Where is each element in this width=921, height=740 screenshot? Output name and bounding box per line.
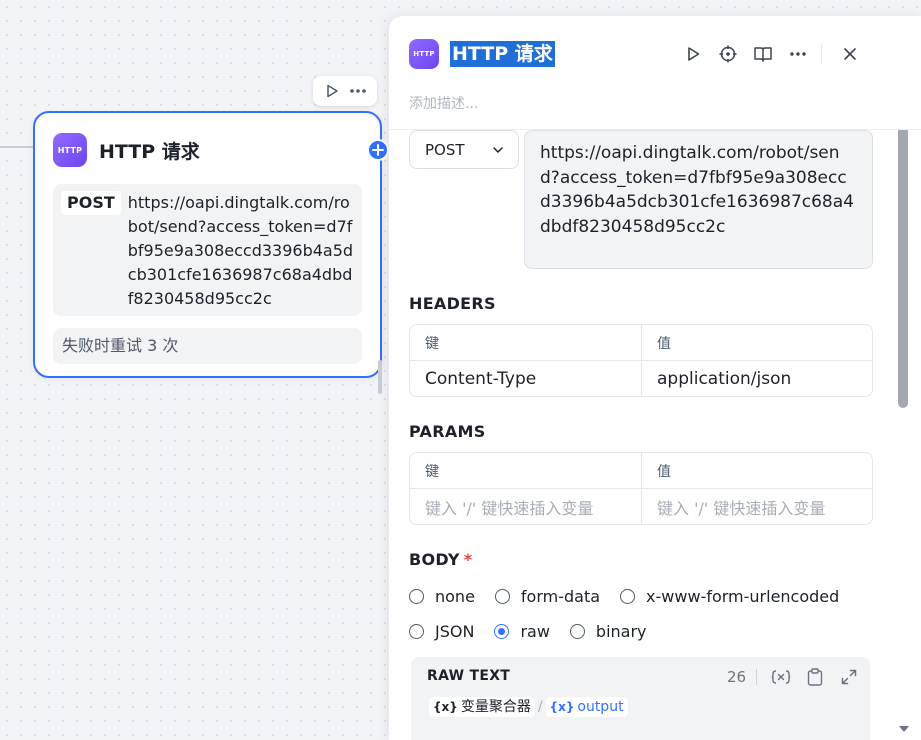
panel-actions [681,42,873,66]
variable-icon: {x} [433,700,458,714]
radio-label: none [435,587,475,606]
tools-divider [756,669,758,685]
play-icon [688,47,700,61]
table-row: Content-Type application/json [410,361,872,396]
radio-indicator [409,589,424,604]
body-type-urlencoded[interactable]: x-www-form-urlencoded [620,587,839,606]
run-node-button[interactable] [322,81,342,101]
more-icon [790,52,806,56]
variable-node-chip: {x} 变量聚合器 [429,697,535,717]
radio-indicator [620,589,636,604]
params-col-key: 键 [425,463,439,480]
param-key-input[interactable]: 键入 '/' 键快速插入变量 [410,489,641,524]
crosshair-icon [719,45,737,63]
raw-text-tools: 26 [727,667,873,687]
body-type-row-1: none form-data x-www-form-urlencoded [409,587,859,606]
header-key-input[interactable]: Content-Type [410,361,641,396]
more-icon [350,89,366,93]
headers-table: 键 值 Content-Type application/json [409,324,873,397]
variable-reference[interactable]: {x} 变量聚合器 / {x} output [429,697,628,717]
params-table-head: 键 值 [410,453,872,489]
header-value-input[interactable]: application/json [641,361,872,396]
expand-icon [841,669,857,685]
method-select[interactable]: POST [409,130,519,169]
play-icon [327,84,338,98]
raw-text-editor[interactable]: RAW TEXT 26 {x} 变量聚合器 / {x} output [411,657,870,740]
variable-icon [771,670,791,684]
required-mark: * [463,550,473,569]
book-icon [754,47,772,62]
headers-label: HEADERS [409,294,496,313]
panel-more-button[interactable] [786,42,810,66]
param-value-input[interactable]: 键入 '/' 键快速插入变量 [641,489,872,524]
close-panel-button[interactable] [838,42,862,66]
http-request-node[interactable]: HTTP HTTP 请求 POST https://oapi.dingtalk.… [33,111,382,378]
node-toolbar [313,76,377,106]
method-select-value: POST [425,140,465,159]
headers-table-head: 键 值 [410,325,872,361]
radio-label: x-www-form-urlencoded [646,587,840,606]
description-input[interactable]: 添加描述... [409,93,478,113]
headers-col-key: 键 [425,335,439,352]
clipboard-icon [807,668,823,686]
node-retry-info: 失败时重试 3 次 [53,328,362,364]
http-icon: HTTP [409,39,439,69]
headers-col-value: 值 [641,325,872,360]
params-col-value: 值 [641,453,872,488]
chevron-down-icon [493,146,503,153]
raw-text-title: RAW TEXT [427,668,511,684]
node-config-panel: HTTP HTTP 请求 添加描述... POST https://oapi.d… [389,16,921,740]
node-method-tag: POST [61,191,121,215]
body-type-binary[interactable]: binary [569,622,647,641]
expand-button[interactable] [839,667,859,687]
run-step-button[interactable] [681,42,705,66]
radio-indicator [409,624,424,639]
panel-resize-handle[interactable] [378,360,382,394]
add-next-node-button[interactable] [367,139,389,161]
body-type-form-data[interactable]: form-data [494,587,601,606]
incoming-edge [0,146,34,148]
variable-output-name: output [577,699,624,715]
node-title: HTTP 请求 [99,140,200,163]
radio-label: raw [520,622,550,641]
http-icon: HTTP [53,133,87,167]
radio-indicator [494,589,510,604]
docs-button[interactable] [751,42,775,66]
url-input[interactable]: https://oapi.dingtalk.com/robot/send?acc… [524,130,873,269]
actions-divider [821,44,822,64]
body-type-raw[interactable]: raw [494,622,550,641]
radio-label: form-data [520,587,601,606]
node-request-summary: POST https://oapi.dingtalk.com/robot/sen… [53,184,362,316]
node-header: HTTP HTTP 请求 [53,133,200,167]
variable-node-name: 变量聚合器 [460,699,531,715]
params-label: PARAMS [409,422,486,441]
radio-label: binary [595,622,647,641]
variable-icon: {x} [549,700,575,714]
panel-header: HTTP HTTP 请求 添加描述... [389,16,921,130]
body-type-none[interactable]: none [409,587,475,606]
params-table: 键 值 键入 '/' 键快速插入变量 键入 '/' 键快速插入变量 [409,452,873,525]
copy-button[interactable] [805,667,825,687]
body-type-json[interactable]: JSON [409,622,474,641]
radio-indicator [569,624,585,639]
panel-title[interactable]: HTTP 请求 [450,41,555,67]
body-type-row-2: JSON raw binary [409,622,667,641]
radio-label: JSON [435,622,475,641]
plus-icon [372,144,384,156]
variable-separator: / [537,699,543,715]
scroll-down-arrow[interactable] [899,726,909,732]
close-icon [844,48,856,60]
table-row: 键入 '/' 键快速插入变量 键入 '/' 键快速插入变量 [410,489,872,524]
node-url: https://oapi.dingtalk.com/robot/send?acc… [127,193,354,308]
locate-node-button[interactable] [716,42,740,66]
node-more-button[interactable] [348,81,368,101]
body-label: BODY * [409,550,472,569]
insert-variable-button[interactable] [771,667,791,687]
body-label-text: BODY [409,550,460,569]
variable-output-chip: {x} output [545,697,628,717]
radio-indicator-selected [494,624,510,639]
char-count: 26 [727,668,747,686]
